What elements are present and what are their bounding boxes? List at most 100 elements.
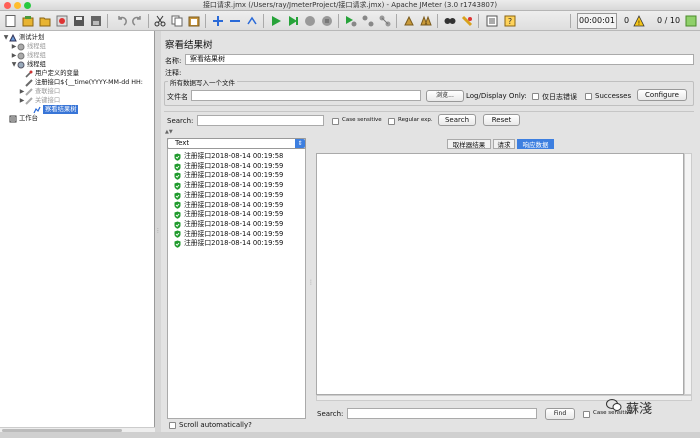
close-window-button[interactable] [4, 2, 11, 9]
name-field[interactable]: 察看结果树 [185, 54, 694, 65]
expand-all-icon[interactable] [210, 13, 225, 28]
zoom-window-button[interactable] [24, 2, 31, 9]
chevron-down-icon[interactable]: ⇕ [295, 139, 305, 148]
success-shield-icon [174, 211, 181, 219]
sample-label: 注册接口2018-08-14 00:19:59 [184, 219, 284, 228]
tree-node-label: 线程组 [27, 61, 46, 68]
table-row[interactable]: 注册接口2018-08-14 00:19:59 [174, 220, 283, 230]
save-screenshot-icon[interactable] [88, 13, 103, 28]
open-icon[interactable] [37, 13, 52, 28]
regex-checkbox[interactable] [388, 118, 395, 125]
shutdown-icon[interactable] [319, 13, 334, 28]
reset-button[interactable]: Reset [483, 114, 520, 126]
configure-button[interactable]: Configure [637, 89, 687, 101]
table-row[interactable]: 注册接口2018-08-14 00:19:59 [174, 171, 283, 181]
warning-triangle-icon[interactable]: ! [631, 13, 646, 28]
tree-node-register-api[interactable]: 注册接口${__time(YYYY-MM-dd HH: [25, 78, 143, 87]
success-shield-icon [174, 240, 181, 248]
help-icon[interactable]: ? [502, 13, 517, 28]
tab-request[interactable]: 请求 [493, 139, 515, 149]
minimize-window-button[interactable] [14, 2, 21, 9]
table-row[interactable]: 注册接口2018-08-14 00:19:59 [174, 201, 283, 211]
case-sensitive-label: Case sensitive [342, 117, 382, 123]
browse-button[interactable]: 浏览... [426, 90, 464, 102]
sample-label: 注册接口2018-08-14 00:19:59 [184, 229, 284, 238]
success-shield-icon [174, 163, 181, 171]
tree-node-label: 工作台 [19, 115, 38, 122]
table-row[interactable]: 注册接口2018-08-14 00:19:59 [174, 181, 283, 191]
stop-icon[interactable] [302, 13, 317, 28]
sample-label: 注册接口2018-08-14 00:19:59 [184, 190, 284, 199]
tree-node-query-api[interactable]: ▶ 查联接口 [19, 87, 60, 96]
templates-icon[interactable] [20, 13, 35, 28]
table-row[interactable]: 注册接口2018-08-14 00:19:59 [174, 239, 283, 249]
test-plan-icon [9, 33, 17, 42]
sample-label: 注册接口2018-08-14 00:19:59 [184, 161, 284, 170]
pencil-icon [25, 78, 33, 87]
successes-checkbox[interactable] [585, 93, 592, 100]
tree-node-label: 查联接口 [35, 88, 61, 95]
search-button[interactable]: Search [438, 114, 476, 126]
renderer-select[interactable]: Text ⇕ [167, 138, 306, 149]
split-handle-icon[interactable]: ⋮ [308, 279, 314, 286]
response-vertical-scrollbar[interactable] [684, 153, 692, 395]
remote-stop-icon[interactable] [377, 13, 392, 28]
scroll-auto-checkbox[interactable] [169, 422, 176, 429]
clear-all-icon[interactable] [418, 13, 433, 28]
tree-node-user-variables[interactable]: 用户定义的变量 [25, 69, 79, 78]
search-input[interactable] [197, 115, 324, 126]
tree-node-thread-group-1[interactable]: ▶ 线程组 [11, 42, 46, 51]
errors-only-checkbox[interactable] [532, 93, 539, 100]
table-row[interactable]: 注册接口2018-08-14 00:19:59 [174, 162, 283, 172]
undo-icon[interactable] [113, 13, 128, 28]
close-file-icon[interactable] [54, 13, 69, 28]
tree-node-thread-group-3[interactable]: ▼ 线程组 [11, 60, 46, 69]
table-row[interactable]: 注册接口2018-08-14 00:19:59 [174, 191, 283, 201]
clear-icon[interactable] [401, 13, 416, 28]
case-sensitive-checkbox[interactable] [332, 118, 339, 125]
save-icon[interactable] [71, 13, 86, 28]
success-shield-icon [174, 201, 181, 210]
find-case-checkbox[interactable] [583, 411, 590, 418]
function-helper-icon[interactable] [484, 13, 499, 28]
search-icon[interactable] [442, 13, 457, 28]
tab-sampler-result[interactable]: 取样器结果 [447, 139, 491, 149]
redo-icon[interactable] [130, 13, 145, 28]
tree-node-thread-group-2[interactable]: ▶ 线程组 [11, 51, 46, 60]
tree-node-view-results-tree[interactable]: 察看结果树 [33, 105, 79, 114]
renderer-selected: Text [175, 139, 190, 147]
remote-start-icon[interactable] [343, 13, 358, 28]
test-plan-tree: ▼ 测试计划 ▶ 线程组 ▶ 线程组 ▼ 线程组 用户定义的变量 注册接口${_… [0, 31, 155, 427]
window-title-bar: 接口请求.jmx (/Users/ray/JmeterProject/接口请求.… [0, 0, 700, 11]
comment-field[interactable] [185, 67, 694, 78]
cut-icon[interactable] [152, 13, 167, 28]
tab-response-data[interactable]: 响应数据 [517, 139, 554, 149]
pencil-icon [25, 87, 33, 96]
start-icon[interactable] [268, 13, 283, 28]
success-shield-icon [174, 192, 181, 200]
collapse-all-icon[interactable] [227, 13, 242, 28]
svg-text:?: ? [507, 17, 511, 26]
remote-start-all-icon[interactable] [360, 13, 375, 28]
pencil-icon [25, 96, 33, 105]
tree-node-workbench[interactable]: 工作台 [9, 114, 38, 123]
svg-text:!: ! [637, 20, 639, 27]
copy-icon[interactable] [169, 13, 184, 28]
find-button[interactable]: Find [545, 408, 575, 420]
tree-node-test-plan[interactable]: ▼ 测试计划 [3, 33, 44, 42]
table-row[interactable]: 注册接口2018-08-14 00:19:59 [174, 210, 283, 220]
response-data-text[interactable] [316, 153, 684, 395]
successes-label: Successes [595, 92, 632, 100]
new-icon[interactable] [3, 13, 18, 28]
tree-node-key-api[interactable]: ▶ 关键接口 [19, 96, 60, 105]
sample-label: 注册接口2018-08-14 00:19:59 [184, 239, 284, 248]
file-name-input[interactable] [191, 90, 421, 101]
split-arrows-icon[interactable]: ▲▼ [165, 129, 173, 135]
start-no-pauses-icon[interactable] [285, 13, 300, 28]
table-row[interactable]: 注册接口2018-08-14 00:19:59 [174, 230, 283, 240]
paste-icon[interactable] [186, 13, 201, 28]
table-row[interactable]: 注册接口2018-08-14 00:19:58 [174, 152, 283, 162]
reset-search-icon[interactable] [459, 13, 474, 28]
toggle-icon[interactable] [244, 13, 259, 28]
find-input[interactable] [347, 408, 537, 419]
